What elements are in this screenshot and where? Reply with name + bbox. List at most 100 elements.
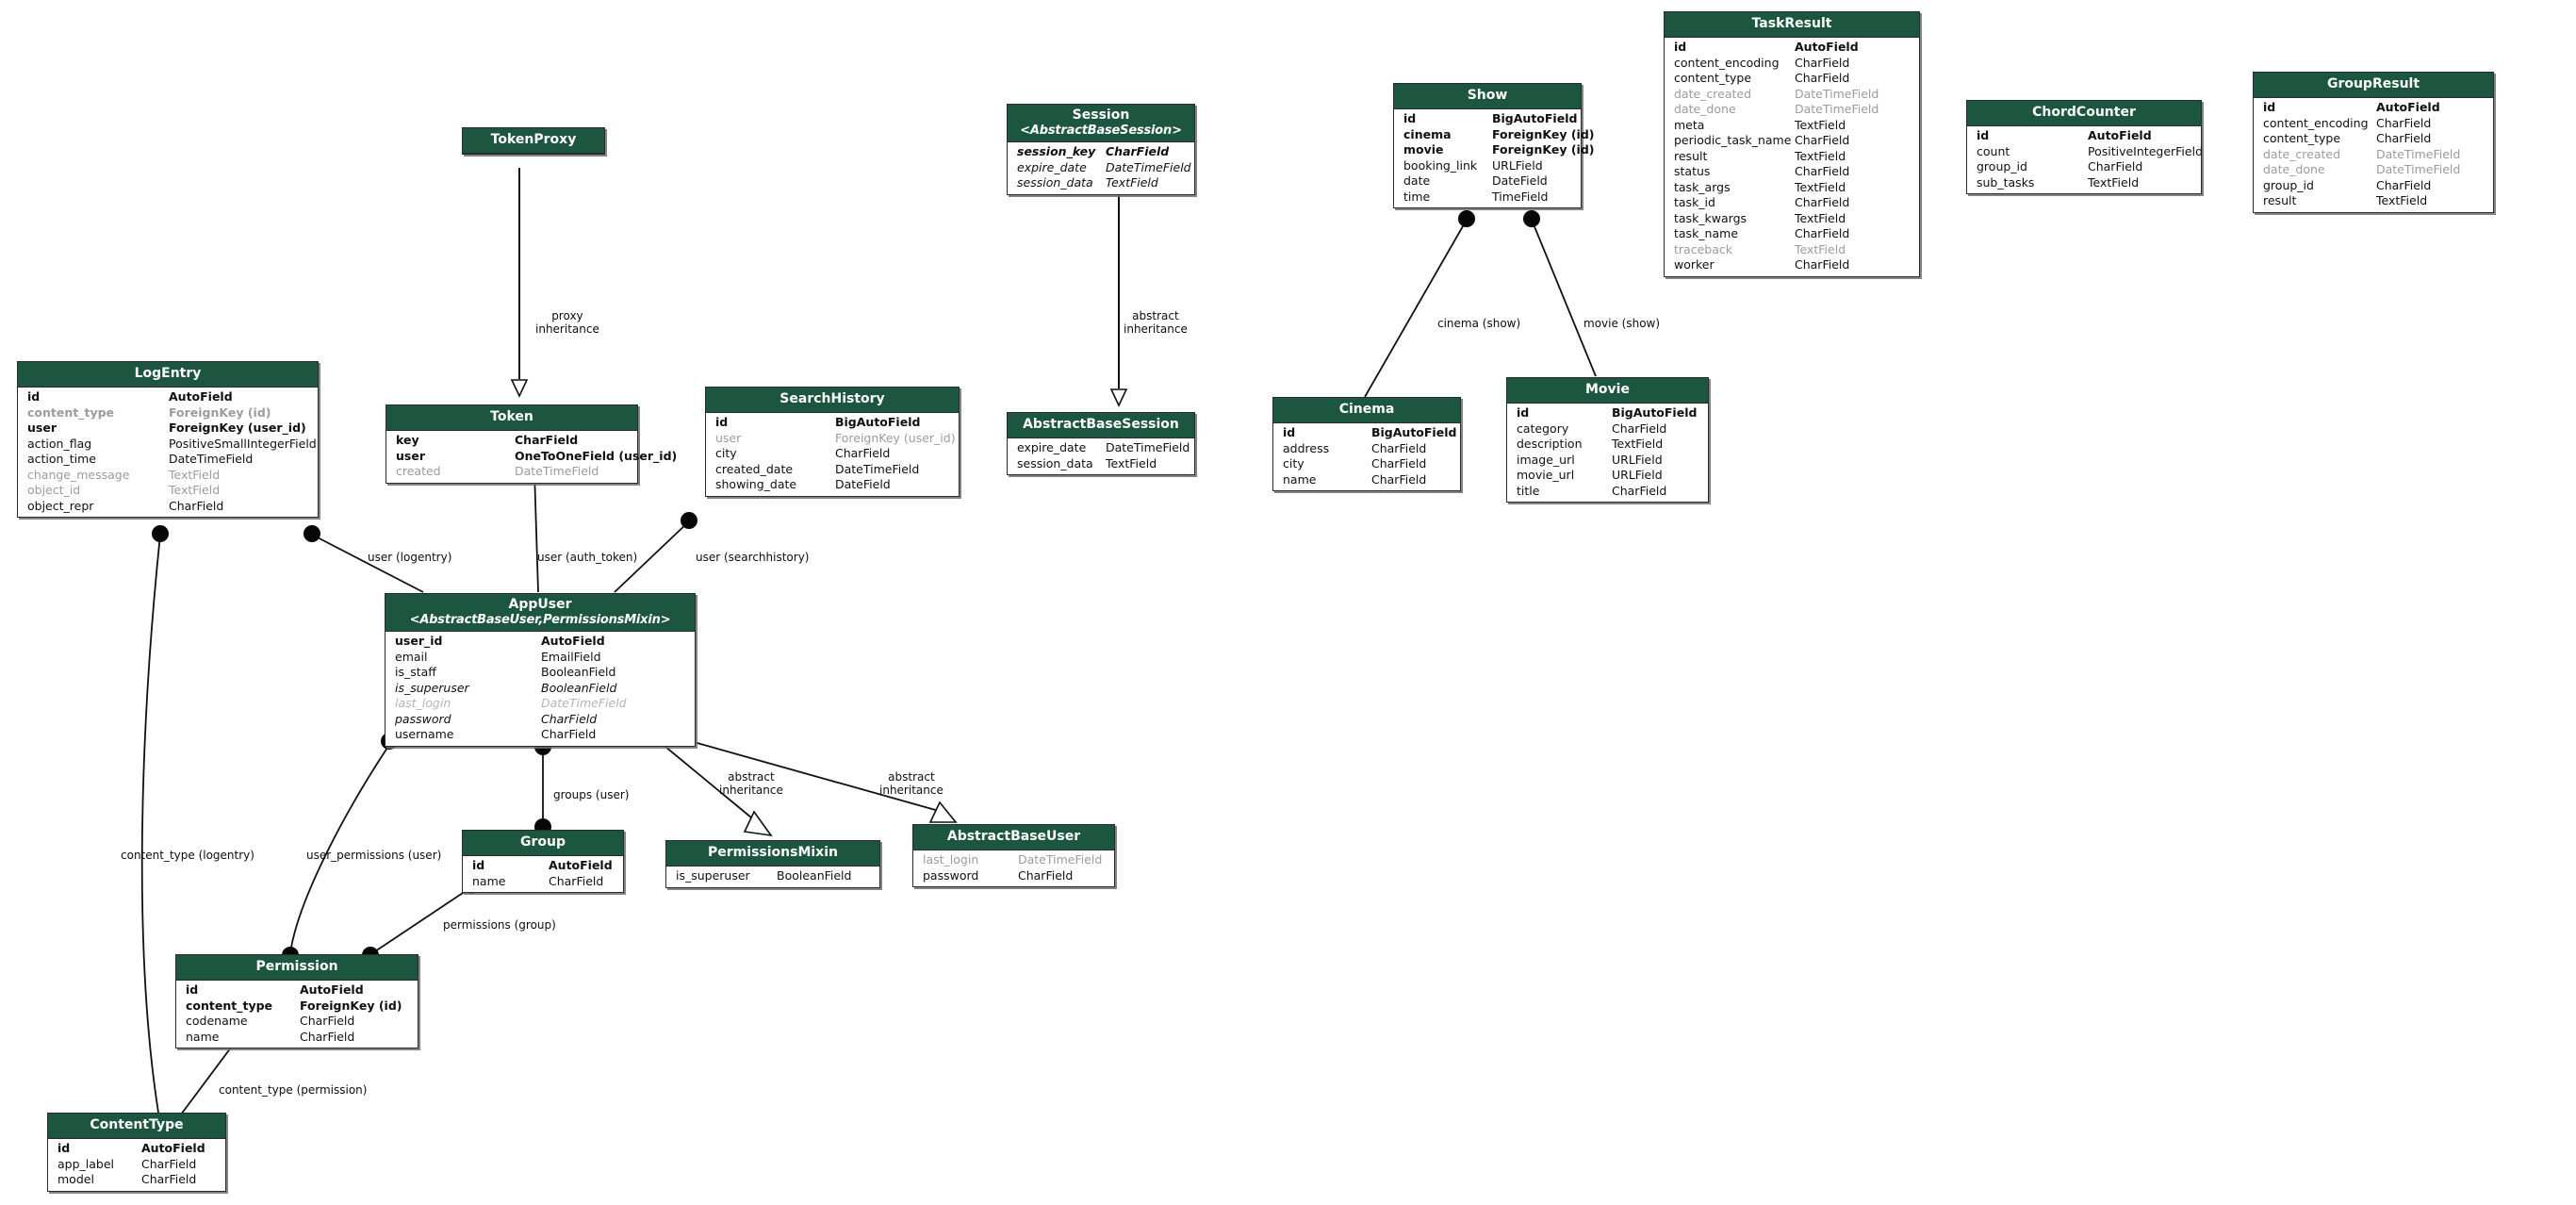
- field-type: ForeignKey (user_id): [835, 430, 956, 445]
- entity-session[interactable]: Session <AbstractBaseSession> session_key C…: [1007, 104, 1195, 195]
- entity-contenttype[interactable]: ContentType id AutoField app_label CharField…: [47, 1113, 226, 1192]
- table-row: id BigAutoField: [1273, 425, 1460, 441]
- entity-cinema[interactable]: Cinema id BigAutoField address CharField city…: [1272, 397, 1461, 491]
- table-row: user ForeignKey (user_id): [18, 421, 318, 437]
- table-row: task_kwargs TextField: [1665, 211, 1919, 227]
- entity-header-groupresult: GroupResult: [2254, 73, 2493, 98]
- entity-fields-token: key CharField user OneToOneField (user_id) c…: [386, 431, 677, 483]
- field-name: content_type: [186, 998, 273, 1013]
- field-type: CharField: [141, 1156, 197, 1171]
- field-type: CharField: [2376, 177, 2432, 192]
- entity-name: LogEntry: [134, 366, 202, 381]
- edge-label-abstract_inheritance_session: abstract inheritance: [1124, 309, 1188, 336]
- table-row: id AutoField: [463, 858, 623, 874]
- field-type: TextField: [1795, 241, 1846, 256]
- table-row: is_superuser BooleanField: [666, 868, 879, 884]
- table-row: city CharField: [1273, 456, 1460, 472]
- entity-abstractbaseuser[interactable]: AbstractBaseUser last_login DateTimeField p…: [912, 824, 1115, 887]
- field-type: AutoField: [1795, 40, 1859, 54]
- connector-token-appuser: [533, 470, 539, 593]
- field-name: traceback: [1674, 241, 1732, 256]
- table-row: address CharField: [1273, 441, 1460, 457]
- entity-name: Permission: [255, 959, 338, 974]
- field-type: EmailField: [541, 649, 601, 664]
- entity-chordcounter[interactable]: ChordCounter id AutoField count PositiveInte…: [1966, 100, 2203, 194]
- entity-fields-searchhistory: id BigAutoField user ForeignKey (user_id) ci…: [706, 413, 959, 496]
- entity-show[interactable]: Show id BigAutoField cinema ForeignKey (id) m…: [1393, 83, 1595, 208]
- field-type: DateTimeField: [169, 452, 254, 466]
- entity-stereotype: <AbstractBaseSession>: [1020, 124, 1182, 138]
- edge-label-user_logentry: user (logentry): [368, 551, 452, 564]
- table-row: is_staff BooleanField: [386, 665, 695, 681]
- field-name: user_id: [395, 634, 443, 648]
- edge-label-abstract_inheritance_baseuser: abstract inheritance: [879, 770, 943, 797]
- entity-appuser[interactable]: AppUser <AbstractBaseUser,PermissionsMixi…: [385, 593, 696, 747]
- field-name: description: [1517, 437, 1583, 451]
- field-type: ForeignKey (id): [169, 404, 271, 420]
- table-row: date_done DateTimeField: [2254, 162, 2493, 178]
- field-name: name: [186, 1029, 220, 1044]
- edge-label-abstract_inheritance_mixin: abstract inheritance: [719, 770, 783, 797]
- entity-taskresult[interactable]: TaskResult id AutoField content_encoding Cha…: [1664, 11, 1920, 277]
- entity-name: AbstractBaseSession: [1023, 417, 1179, 432]
- entity-fields-show: id BigAutoField cinema ForeignKey (id) movie…: [1394, 109, 1595, 207]
- field-type: BigAutoField: [1612, 405, 1698, 420]
- entity-permissionsmixin[interactable]: PermissionsMixin is_superuser BooleanField: [665, 840, 880, 888]
- table-row: date_done DateTimeField: [1665, 102, 1919, 118]
- table-row: status CharField: [1665, 164, 1919, 180]
- entity-tokenproxy[interactable]: TokenProxy: [462, 127, 605, 155]
- field-type: DateTimeField: [2376, 146, 2461, 161]
- field-name: address: [1283, 440, 1330, 455]
- entity-groupresult[interactable]: GroupResult id AutoField content_encoding Ch…: [2253, 72, 2494, 213]
- field-name: id: [1283, 425, 1296, 439]
- field-name: content_encoding: [2263, 115, 2369, 130]
- field-name: group_id: [2263, 177, 2314, 192]
- table-row: last_login DateTimeField: [913, 852, 1114, 868]
- field-name: task_args: [1674, 179, 1731, 194]
- field-name: task_name: [1674, 226, 1739, 240]
- edge-label-content_type_permission: content_type (permission): [219, 1083, 368, 1097]
- table-row: id AutoField: [176, 982, 418, 999]
- table-row: user OneToOneField (user_id): [386, 449, 677, 465]
- field-type: BigAutoField: [835, 415, 921, 429]
- table-row: session_data TextField: [1008, 175, 1194, 191]
- field-name: last_login: [923, 852, 979, 867]
- entity-logentry[interactable]: LogEntry id AutoField content_type ForeignKe…: [17, 361, 319, 518]
- entity-header-logentry: LogEntry: [18, 362, 318, 388]
- field-type: ForeignKey (id): [300, 998, 402, 1013]
- field-type: DateTimeField: [541, 696, 627, 710]
- field-name: username: [395, 727, 454, 741]
- table-row: sub_tasks TextField: [1967, 175, 2201, 191]
- field-name: name: [472, 873, 506, 888]
- field-type: OneToOneField (user_id): [515, 448, 678, 463]
- diagram-canvas: TokenProxy Session <AbstractBaseSession> se…: [0, 0, 2576, 1205]
- field-name: task_id: [1674, 195, 1715, 209]
- table-row: id AutoField: [18, 389, 318, 405]
- table-row: id AutoField: [1967, 128, 2201, 144]
- table-row: password CharField: [386, 712, 695, 728]
- field-type: DateField: [1492, 173, 1548, 188]
- table-row: change_message TextField: [18, 468, 318, 484]
- entity-searchhistory[interactable]: SearchHistory id BigAutoField user ForeignKe…: [705, 387, 960, 497]
- entity-token[interactable]: Token key CharField user OneToOneField (user…: [386, 404, 677, 484]
- entity-abstractbasesession[interactable]: AbstractBaseSession expire_date DateTimeFi…: [1007, 412, 1195, 475]
- field-type: CharField: [1612, 421, 1667, 436]
- entity-stereotype: <AbstractBaseUser,PermissionsMixin>: [409, 613, 671, 627]
- table-row: date_created DateTimeField: [1665, 87, 1919, 103]
- table-row: expire_date DateTimeField: [1008, 160, 1194, 176]
- field-type: CharField: [169, 498, 224, 513]
- table-row: name CharField: [1273, 472, 1460, 488]
- entity-movie[interactable]: Movie id BigAutoField category CharField desc…: [1506, 377, 1709, 503]
- entity-fields-permissionsmixin: is_superuser BooleanField: [666, 867, 879, 887]
- table-row: action_time DateTimeField: [18, 452, 318, 468]
- field-name: session_key: [1017, 144, 1096, 158]
- table-row: id BigAutoField: [706, 415, 959, 431]
- entity-fields-taskresult: id AutoField content_encoding CharField cont…: [1665, 38, 1919, 276]
- entity-permission[interactable]: Permission id AutoField content_type Foreign…: [175, 954, 418, 1048]
- entity-fields-groupresult: id AutoField content_encoding CharField cont…: [2254, 98, 2493, 212]
- field-type: CharField: [1612, 483, 1667, 498]
- field-name: password: [923, 867, 979, 883]
- entity-name: ChordCounter: [2032, 105, 2136, 120]
- entity-group[interactable]: Group id AutoField name CharField: [462, 830, 624, 893]
- table-row: name CharField: [463, 874, 623, 890]
